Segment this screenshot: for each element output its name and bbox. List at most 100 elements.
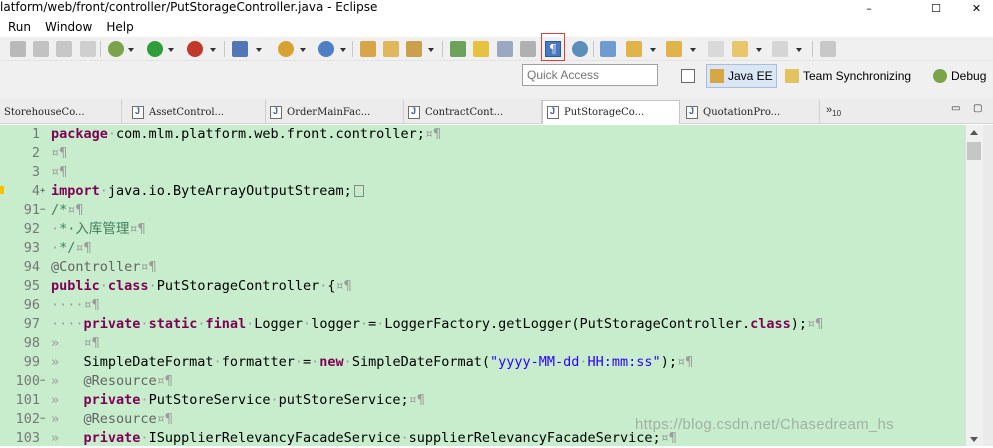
- tabs-overflow-button[interactable]: »10: [826, 104, 841, 118]
- run-dropdown-icon[interactable]: [168, 48, 174, 52]
- open-type-icon[interactable]: [360, 41, 376, 57]
- java-file-icon: [686, 105, 698, 119]
- fold-collapse-icon[interactable]: −: [40, 415, 49, 424]
- last-edit-icon[interactable]: [708, 41, 724, 57]
- code-line[interactable]: 91−/*¤¶: [0, 201, 965, 220]
- menu-help[interactable]: Help: [106, 20, 133, 34]
- minimize-editor-icon[interactable]: ▭: [951, 103, 960, 114]
- maximize-button[interactable]: ☐: [913, 0, 959, 16]
- scroll-down-icon[interactable]: [970, 437, 978, 442]
- code-line[interactable]: 100−» @Resource¤¶: [0, 372, 965, 391]
- search-dropdown-icon[interactable]: [428, 48, 434, 52]
- code-text: ¤¶: [51, 164, 68, 180]
- debug-dropdown-icon[interactable]: [128, 48, 134, 52]
- code-text: » private·PutStoreService·putStoreServic…: [51, 392, 425, 408]
- perspective-team-synchronizing[interactable]: Team Synchronizing: [782, 64, 914, 88]
- code-text: » @Resource¤¶: [51, 411, 173, 427]
- scroll-up-icon[interactable]: [970, 130, 978, 135]
- collapsed-region-icon[interactable]: [353, 185, 364, 197]
- new-java-project-icon[interactable]: [278, 41, 294, 57]
- editor-tab[interactable]: ContractCont...: [404, 100, 542, 124]
- step-into-icon[interactable]: [10, 41, 26, 57]
- perspective-debug[interactable]: Debug: [930, 64, 989, 88]
- vertical-scrollbar[interactable]: [965, 125, 983, 446]
- back-icon[interactable]: [732, 41, 748, 57]
- external-tools-dropdown-icon[interactable]: [210, 48, 216, 52]
- mark-occurrences-icon[interactable]: [473, 41, 489, 57]
- open-folder-icon[interactable]: [383, 41, 399, 57]
- close-button[interactable]: ✕: [960, 0, 993, 16]
- line-number: 92: [23, 221, 40, 237]
- open-perspective-button[interactable]: [678, 64, 702, 88]
- new-class-icon[interactable]: [318, 41, 334, 57]
- editor-tab[interactable]: AssetControl...: [128, 100, 266, 124]
- code-line[interactable]: 98 » ¤¶: [0, 334, 965, 353]
- minimize-button[interactable]: –: [846, 0, 892, 16]
- forward-icon[interactable]: [772, 41, 788, 57]
- run-icon[interactable]: [147, 41, 163, 57]
- fold-expand-icon[interactable]: +: [40, 187, 49, 196]
- editor-tab-active[interactable]: PutStorageCo...: [542, 100, 680, 124]
- debug-icon[interactable]: [108, 41, 124, 57]
- suspend-icon[interactable]: [33, 41, 49, 57]
- fold-collapse-icon[interactable]: −: [40, 206, 49, 215]
- forward-dropdown-icon[interactable]: [796, 48, 802, 52]
- editor-tab[interactable]: OrderMainFac...: [266, 100, 404, 124]
- perspective-java-ee[interactable]: Java EE: [706, 64, 777, 88]
- overview-ruler[interactable]: [983, 125, 993, 446]
- menu-window[interactable]: Window: [45, 20, 92, 34]
- refresh-icon[interactable]: [600, 41, 616, 57]
- new-server-dropdown-icon[interactable]: [256, 48, 262, 52]
- debug-perspective-icon: [933, 69, 947, 83]
- toggle-breadcrumb-icon[interactable]: [497, 41, 513, 57]
- new-server-icon[interactable]: [232, 41, 248, 57]
- previous-annotation-icon[interactable]: [666, 41, 682, 57]
- back-dropdown-icon[interactable]: [756, 48, 762, 52]
- next-annotation-icon[interactable]: [626, 41, 642, 57]
- code-editor[interactable]: 1 package·com.mlm.platform.web.front.cont…: [0, 125, 993, 446]
- code-line[interactable]: 101 » private·PutStoreService·putStoreSer…: [0, 391, 965, 410]
- task-icon[interactable]: [450, 41, 466, 57]
- code-line[interactable]: 97 ····private·static·final·Logger·logger…: [0, 315, 965, 334]
- code-line[interactable]: 4 + import·java.io.ByteArrayOutputStream;: [0, 182, 965, 201]
- code-text: ····¤¶: [51, 297, 100, 313]
- web-browser-icon[interactable]: [572, 41, 588, 57]
- previous-annotation-dropdown-icon[interactable]: [690, 48, 696, 52]
- code-text: » ¤¶: [51, 335, 100, 351]
- code-line[interactable]: 1 package·com.mlm.platform.web.front.cont…: [0, 125, 965, 144]
- quick-access-input[interactable]: [522, 64, 658, 86]
- code-text: package·com.mlm.platform.web.front.contr…: [51, 126, 442, 142]
- code-line[interactable]: 92 ·*·入库管理¤¶: [0, 220, 965, 239]
- code-line[interactable]: 3 ¤¶: [0, 163, 965, 182]
- main-toolbar: [0, 37, 993, 61]
- pin-editor-icon[interactable]: [820, 41, 836, 57]
- search-icon[interactable]: [406, 41, 422, 57]
- disconnect-icon[interactable]: [80, 41, 96, 57]
- block-selection-icon[interactable]: [520, 41, 536, 57]
- code-text: import·java.io.ByteArrayOutputStream;: [51, 182, 364, 201]
- code-line[interactable]: 2 ¤¶: [0, 144, 965, 163]
- show-whitespace-icon[interactable]: ¶: [545, 41, 561, 57]
- maximize-editor-icon[interactable]: ▢: [973, 103, 982, 114]
- line-number: 102: [15, 411, 40, 427]
- code-line[interactable]: 95 public·class·PutStorageController·{¤¶: [0, 277, 965, 296]
- code-line[interactable]: 94 @Controller¤¶: [0, 258, 965, 277]
- line-number: 95: [23, 278, 40, 294]
- toolbar-separator: [100, 41, 101, 57]
- fold-collapse-icon[interactable]: −: [40, 377, 49, 386]
- code-line[interactable]: 99 » SimpleDateFormat·formatter·=·new·Sim…: [0, 353, 965, 372]
- editor-tab[interactable]: StorehouseCo...: [0, 100, 122, 124]
- terminate-icon[interactable]: [56, 41, 72, 57]
- line-number: 100: [15, 373, 40, 389]
- new-class-dropdown-icon[interactable]: [340, 48, 346, 52]
- tab-label: StorehouseCo...: [4, 106, 85, 118]
- new-project-dropdown-icon[interactable]: [300, 48, 306, 52]
- external-tools-icon[interactable]: [187, 41, 203, 57]
- next-annotation-dropdown-icon[interactable]: [650, 48, 656, 52]
- code-line[interactable]: 96 ····¤¶: [0, 296, 965, 315]
- menu-run[interactable]: Run: [8, 20, 31, 34]
- scrollbar-thumb[interactable]: [967, 142, 981, 160]
- line-number: 91: [23, 202, 40, 218]
- editor-tab[interactable]: QuotationPro...: [682, 100, 820, 124]
- code-line[interactable]: 93 ·*/¤¶: [0, 239, 965, 258]
